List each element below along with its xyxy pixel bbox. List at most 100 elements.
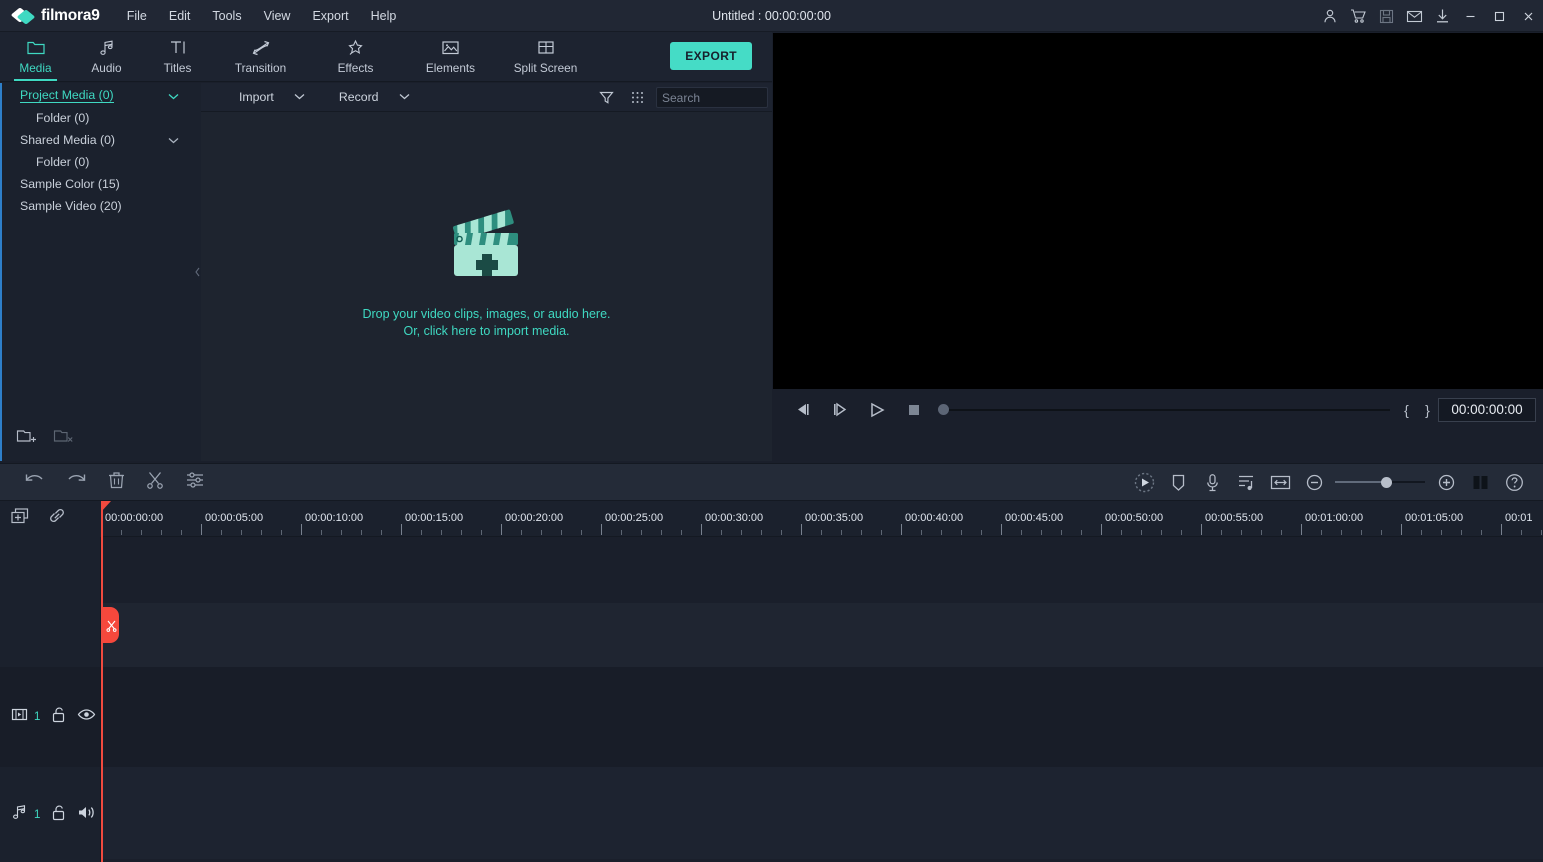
ruler-minor-tick [641, 530, 642, 535]
mark-in-button[interactable]: { [1396, 393, 1417, 426]
tab-media[interactable]: Media [0, 31, 71, 81]
ruler-minor-tick [1221, 530, 1222, 535]
menu-item-edit[interactable]: Edit [158, 3, 202, 29]
ruler-minor-tick [281, 530, 282, 535]
ruler-label: 00:00:05:00 [205, 512, 264, 524]
zoom-slider-handle[interactable] [1381, 476, 1393, 488]
close-button[interactable] [1514, 0, 1543, 32]
media-panel: Import Record Search Drop your video cli… [201, 83, 830, 461]
ruler-major-tick [1301, 524, 1302, 535]
split-at-playhead-button[interactable] [103, 607, 119, 643]
marker-button[interactable] [1161, 466, 1195, 498]
sidebar-item-shared-folder[interactable]: Folder (0) [0, 153, 199, 170]
speaker-icon[interactable] [77, 805, 96, 825]
download-icon[interactable] [1428, 0, 1456, 32]
tab-elements[interactable]: Elements [403, 31, 498, 81]
tab-audio[interactable]: Audio [71, 31, 142, 81]
sidebar-item-project-folder[interactable]: Folder (0) [0, 109, 199, 126]
account-icon[interactable] [1316, 0, 1344, 32]
tab-transition[interactable]: Transition [213, 31, 308, 81]
ruler-minor-tick [841, 530, 842, 535]
tab-split-screen[interactable]: Split Screen [498, 31, 593, 81]
record-dropdown[interactable]: Record [331, 83, 418, 112]
help-button[interactable] [1497, 466, 1531, 498]
ruler-minor-tick [981, 530, 982, 535]
timeline-ruler[interactable]: 00:00:00:00 00:00:05:00 00:00:10:00 00:0… [101, 501, 1543, 537]
unlock-icon[interactable] [51, 706, 66, 728]
ruler-minor-tick [781, 530, 782, 535]
preview-scrubber[interactable] [932, 393, 1390, 426]
eye-icon[interactable] [77, 708, 96, 726]
maximize-button[interactable] [1485, 0, 1514, 32]
tab-effects[interactable]: Effects [308, 31, 403, 81]
tab-titles[interactable]: Titles [142, 31, 213, 81]
preview-timecode[interactable]: 00:00:00:00 [1438, 397, 1536, 422]
ruler-minor-tick [121, 530, 122, 535]
ruler-major-tick [401, 524, 402, 535]
chevron-down-icon[interactable] [168, 90, 179, 104]
menu-item-tools[interactable]: Tools [201, 3, 252, 29]
cart-icon[interactable] [1344, 0, 1372, 32]
zoom-slider-fill [1335, 481, 1387, 483]
ruler-label: 00:01:00:00 [1305, 512, 1364, 524]
menu-item-help[interactable]: Help [360, 3, 408, 29]
video-track-lane[interactable] [101, 667, 1543, 767]
menu-item-export[interactable]: Export [301, 3, 359, 29]
dropzone-line-1: Drop your video clips, images, or audio … [362, 307, 611, 321]
funnel-icon[interactable] [593, 83, 619, 112]
ruler-minor-tick [1421, 530, 1422, 535]
menu-item-file[interactable]: File [116, 3, 158, 29]
delete-folder-button[interactable] [53, 427, 74, 450]
media-dropzone[interactable]: Drop your video clips, images, or audio … [201, 112, 772, 461]
grid-view-icon[interactable] [624, 83, 650, 112]
zoom-out-button[interactable] [1297, 466, 1331, 498]
voiceover-button[interactable] [1195, 466, 1229, 498]
delete-button[interactable] [108, 471, 125, 494]
play-button[interactable] [858, 393, 895, 426]
sidebar-item-sample-video[interactable]: Sample Video (20) [0, 197, 199, 214]
next-frame-button[interactable] [821, 393, 858, 426]
sidebar-item-sample-color[interactable]: Sample Color (15) [0, 175, 199, 192]
save-icon[interactable] [1372, 0, 1400, 32]
track-head-overlay [0, 603, 101, 667]
ruler-major-tick [1501, 524, 1502, 535]
ruler-minor-tick [421, 530, 422, 535]
audio-mixer-button[interactable] [1229, 466, 1263, 498]
zoom-slider[interactable] [1335, 466, 1425, 498]
ruler-label: 00:00:20:00 [505, 512, 564, 524]
render-preview-button[interactable] [1127, 466, 1161, 498]
link-clips-icon[interactable] [47, 507, 67, 531]
unlock-icon[interactable] [51, 804, 66, 826]
add-track-icon[interactable] [10, 507, 31, 531]
minimize-button[interactable] [1456, 0, 1485, 32]
scrubber-handle[interactable] [938, 404, 949, 415]
export-button[interactable]: EXPORT [670, 42, 752, 70]
panel-collapse-handle[interactable] [194, 83, 201, 461]
zoom-in-button[interactable] [1429, 466, 1463, 498]
playhead[interactable] [101, 501, 119, 862]
split-view-button[interactable] [1463, 466, 1497, 498]
sidebar-item-shared-media[interactable]: Shared Media (0) [0, 131, 199, 148]
menu-item-view[interactable]: View [253, 3, 302, 29]
audio-track-lane[interactable] [101, 767, 1543, 862]
search-box[interactable] [656, 87, 830, 108]
mail-icon[interactable] [1400, 0, 1428, 32]
video-preview-canvas[interactable] [773, 33, 1543, 389]
split-button[interactable] [146, 470, 164, 494]
undo-button[interactable] [24, 471, 45, 494]
track-lane-overlay[interactable] [101, 603, 1543, 667]
import-dropdown[interactable]: Import [231, 83, 313, 112]
adjust-button[interactable] [185, 471, 205, 494]
video-track-number: 1 [34, 711, 41, 723]
chevron-down-icon[interactable] [168, 134, 179, 148]
ruler-label: 00:00:40:00 [905, 512, 964, 524]
stop-button[interactable] [895, 393, 932, 426]
mark-out-button[interactable]: } [1417, 393, 1438, 426]
redo-button[interactable] [66, 471, 87, 494]
player-controls: { } 00:00:00:00 [772, 393, 1543, 426]
track-lane-empty[interactable] [101, 537, 1543, 603]
fit-timeline-button[interactable] [1263, 466, 1297, 498]
prev-frame-button[interactable] [784, 393, 821, 426]
new-folder-button[interactable] [16, 427, 37, 450]
sidebar-item-project-media[interactable]: Project Media (0) [0, 87, 199, 104]
